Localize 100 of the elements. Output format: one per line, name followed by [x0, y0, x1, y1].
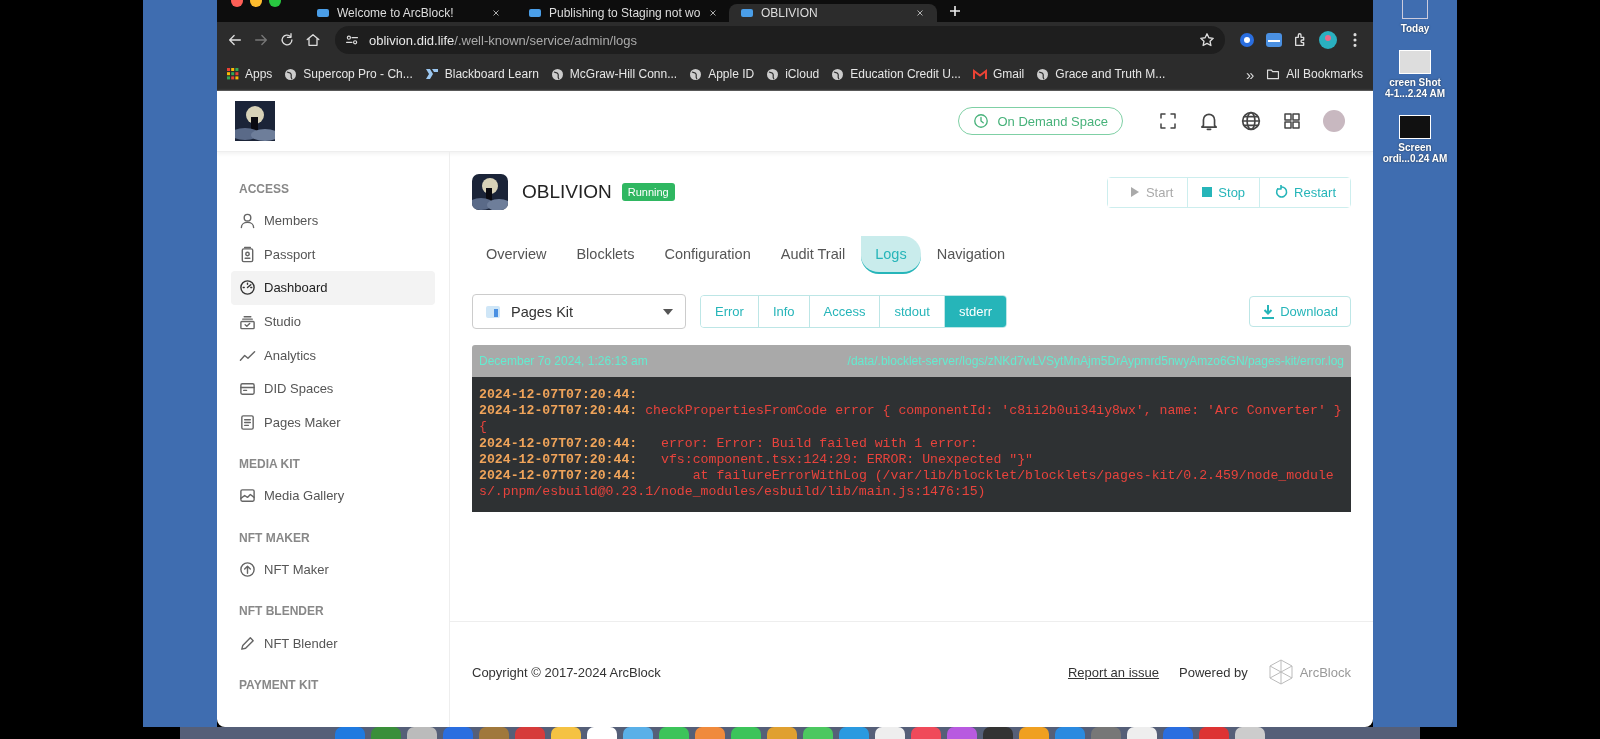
sidebar-item[interactable]: Studio [231, 304, 435, 339]
dropdown-caret-icon [663, 308, 673, 315]
status-badge: Running [621, 183, 675, 201]
apps-grid-icon [227, 68, 239, 80]
sidebar-item[interactable]: Passport [231, 237, 435, 272]
tab[interactable]: Navigation [922, 236, 1020, 274]
browser-tab[interactable]: OBLIVION [729, 4, 937, 22]
new-tab-button[interactable] [949, 5, 961, 17]
file-name: ordi...0.24 AM [1382, 153, 1448, 164]
sidebar-item[interactable]: DID Spaces [231, 371, 435, 406]
blackboard-icon [424, 68, 439, 80]
report-issue-link[interactable]: Report an issue [1068, 664, 1160, 680]
recording-thumbnail[interactable] [1399, 115, 1431, 139]
log-line: 2024-12-07T07:20:44: at failureErrorWithLog (/var/lib/blocklet/blocklets/pages-kit/0.2.459/node_modules/.pnpm/esbuild@0.23.1/node_modules/esbuild/lib/main.js:1476:15) [479, 468, 1335, 501]
log-file-path: /data/.blocklet-server/logs/zNKd7wLVSytMnAjm5DrAypmrd5nwyAmzo6GN/pages-kit/error.log [847, 354, 1344, 368]
extension-icon[interactable] [1239, 32, 1255, 48]
bookmark[interactable]: Gmail [972, 67, 1025, 81]
user-avatar[interactable] [1323, 110, 1345, 132]
sidebar-item[interactable]: NFT Maker [231, 552, 435, 587]
browser-tab[interactable]: Publishing to Staging not wo [517, 4, 725, 22]
globe-icon [831, 67, 845, 81]
sidebar-item[interactable]: NFT Blender [231, 626, 435, 660]
globe-icon [1241, 111, 1261, 131]
close-icon [915, 8, 925, 18]
brand-name: ArcBlock [1299, 664, 1351, 680]
globe-icon [550, 67, 564, 81]
bookmark[interactable]: Grace and Truth M... [1036, 67, 1166, 81]
home-icon [305, 32, 321, 48]
browser-tab[interactable]: Welcome to ArcBlock! [305, 4, 513, 22]
tab[interactable]: Configuration [650, 236, 765, 274]
fullscreen-icon [1159, 112, 1177, 130]
bookmark[interactable]: iCloud [766, 67, 820, 81]
section-heading: ACCESS [238, 181, 290, 198]
sidebar-item[interactable]: Members [231, 204, 435, 238]
clock-icon [973, 113, 990, 129]
globe-icon [284, 67, 298, 81]
badge-icon [239, 245, 256, 263]
bookmark[interactable]: Apps [227, 67, 273, 81]
cube-logo-icon [1267, 659, 1294, 685]
globe-icon [689, 67, 703, 81]
close-icon [708, 8, 719, 18]
bookmark[interactable]: Supercop Pro - Ch... [284, 67, 413, 81]
tab[interactable]: Overview [472, 236, 561, 274]
folder-icon [239, 380, 256, 398]
stop-icon [1202, 187, 1213, 197]
file-name: Today [1400, 23, 1430, 34]
powered-by-text: Powered by [1179, 664, 1248, 680]
all-bookmarks-button[interactable]: All Bookmarks [1266, 67, 1363, 81]
folder-icon[interactable] [1402, 0, 1428, 19]
forward-icon [253, 32, 269, 48]
play-icon [1129, 186, 1140, 198]
component-select[interactable]: Pages Kit [472, 294, 686, 329]
document-icon [239, 413, 256, 431]
component-icon [485, 303, 501, 320]
globe-icon [766, 67, 780, 81]
tab[interactable]: Blocklets [562, 236, 649, 274]
log-time: December 7o 2024, 1:26:13 am [479, 354, 648, 368]
upload-icon [239, 561, 256, 579]
more-bookmarks-button[interactable]: » [1245, 65, 1255, 83]
sidebar-item[interactable]: Analytics [231, 338, 435, 372]
star-icon [1199, 32, 1215, 48]
globe-icon [1036, 67, 1050, 81]
gauge-icon [239, 279, 256, 297]
bell-icon [1199, 111, 1219, 131]
file-name: creen Shot [1389, 77, 1441, 88]
download-icon [1262, 304, 1275, 319]
profile-avatar[interactable] [1319, 31, 1337, 49]
section-heading: PAYMENT KIT [238, 676, 320, 694]
sidebar-item[interactable]: Dashboard [231, 271, 435, 305]
section-heading: MEDIA KIT [238, 456, 301, 474]
file-name: 4-1...2.24 AM [1384, 88, 1446, 99]
image-icon [239, 487, 256, 505]
bookmark[interactable]: Blackboard Learn [424, 67, 539, 81]
site-settings-icon [345, 33, 359, 47]
section-heading: NFT BLENDER [238, 603, 325, 621]
grid-icon [1283, 112, 1301, 130]
app-name: OBLIVION [522, 181, 612, 203]
pencil-icon [239, 634, 256, 652]
address-bar[interactable]: oblivion.did.life/.well-known/service/admin/logs [335, 26, 1225, 54]
bookmark[interactable]: Education Credit U... [831, 67, 961, 81]
tray-icon [239, 313, 256, 331]
screenshot-thumbnail[interactable] [1399, 50, 1431, 74]
section-heading: NFT MAKER [238, 529, 311, 547]
file-name: Screen [1398, 142, 1432, 153]
person-icon [239, 212, 256, 230]
close-icon [491, 8, 501, 18]
sidebar-item[interactable]: Media Gallery [231, 479, 435, 513]
bookmark[interactable]: McGraw-Hill Conn... [550, 67, 678, 81]
restart-icon [1274, 185, 1289, 199]
log-line: 2024-12-07T07:20:44: vfs:component.tsx:124:29: ERROR: Unexpected "}" [479, 451, 1034, 468]
copyright-text: Copyright © 2017-2024 ArcBlock [472, 664, 661, 680]
tab[interactable]: Audit Trail [766, 236, 860, 274]
log-line: 2024-12-07T07:20:44: error: Error: Build failed with 1 error: [479, 435, 979, 452]
extension-icon[interactable] [1265, 32, 1283, 48]
log-line: 2024-12-07T07:20:44: [479, 387, 639, 404]
reload-icon [279, 32, 295, 48]
sidebar-item[interactable]: Pages Maker [231, 405, 435, 440]
folder-icon [1266, 67, 1281, 81]
mail-icon [972, 68, 987, 80]
bookmark[interactable]: Apple ID [689, 67, 755, 81]
